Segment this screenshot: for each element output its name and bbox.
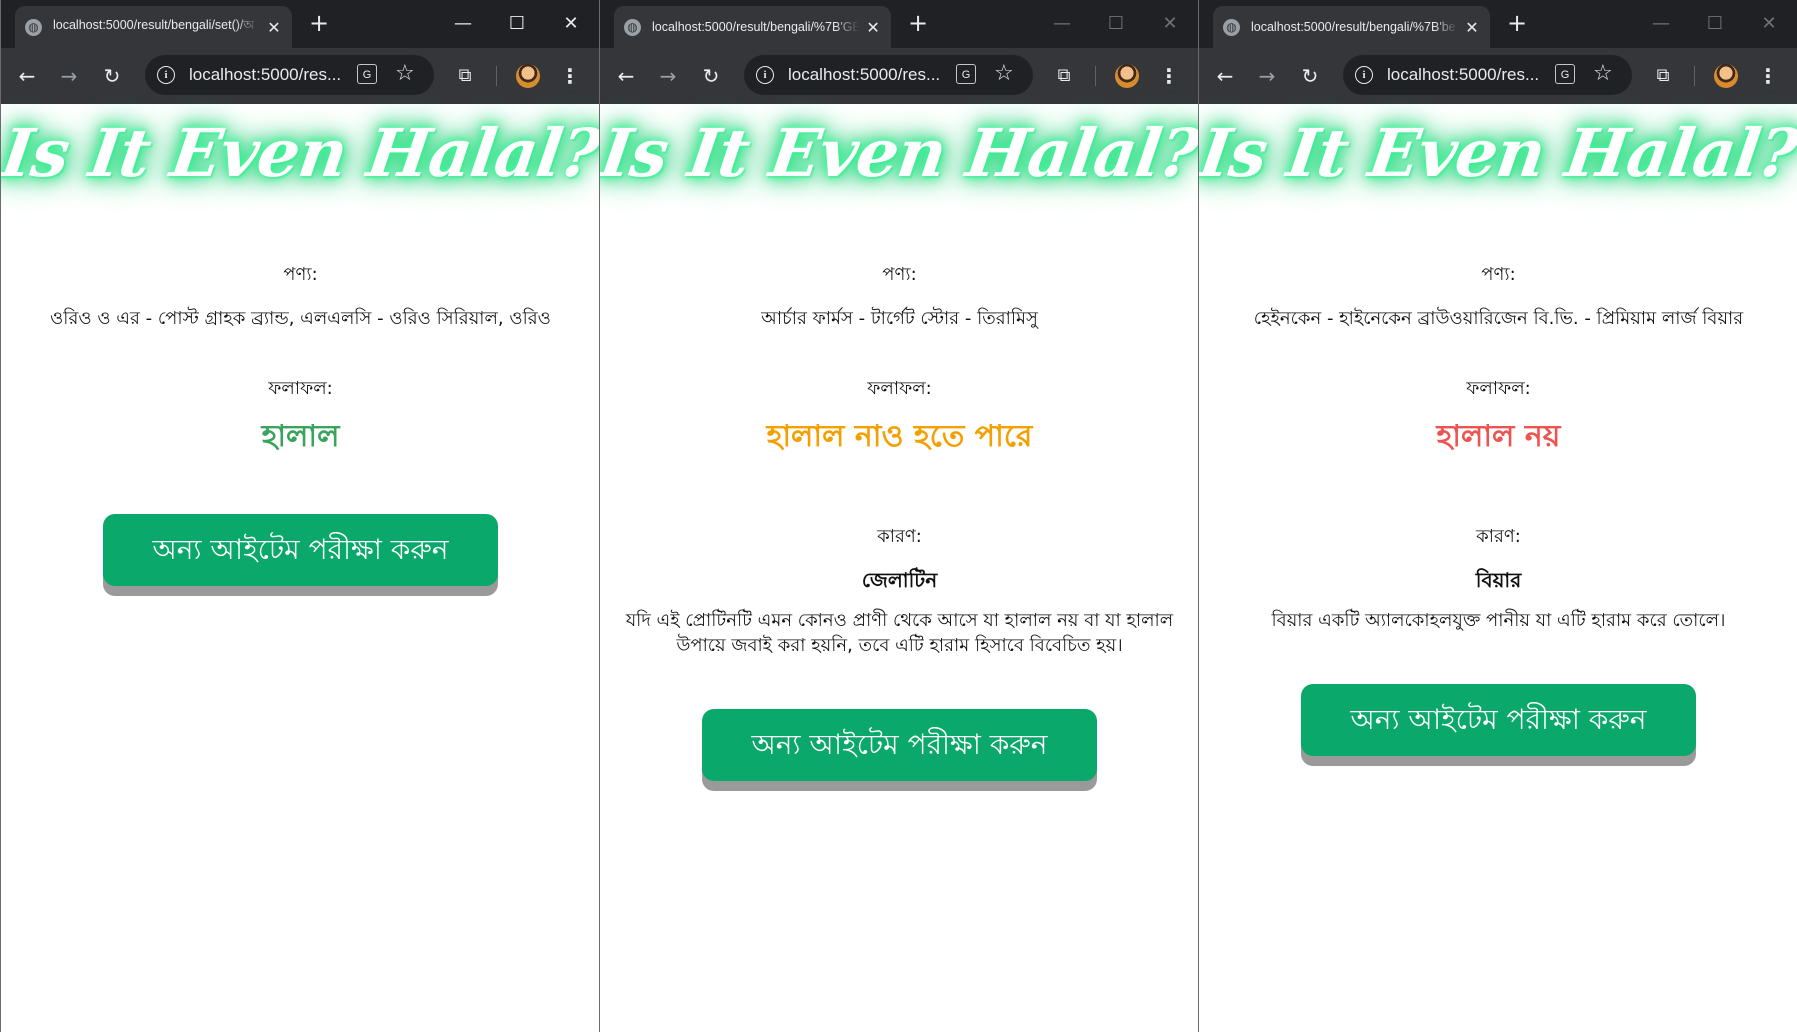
address-url[interactable]: localhost:5000/res... bbox=[788, 65, 940, 85]
site-logo: Is It Even Halal? bbox=[0, 114, 599, 192]
reason-text: যদি এই প্রোটিনটি এমন কোনও প্রাণী থেকে আস… bbox=[625, 610, 1174, 656]
tab-close-icon[interactable]: ✕ bbox=[865, 18, 881, 37]
verdict-text: হালাল নয় bbox=[1436, 419, 1561, 454]
site-logo: Is It Even Halal? bbox=[1198, 114, 1797, 192]
profile-avatar[interactable] bbox=[1115, 64, 1139, 88]
tab-title: localhost:5000/result/bengali/set()/অ bbox=[53, 18, 255, 32]
minimize-icon[interactable]: — bbox=[1042, 10, 1082, 38]
page-content: Is It Even Halal? পণ্য: হেইনকেন - হাইনেক… bbox=[1199, 104, 1797, 1032]
kebab-menu-icon[interactable]: ⋮ bbox=[1155, 62, 1183, 90]
browser-window-2: ◍ localhost:5000/result/bengali/%7B'GE ✕… bbox=[599, 0, 1198, 1032]
translate-icon[interactable]: G bbox=[956, 64, 976, 84]
address-url[interactable]: localhost:5000/res... bbox=[1387, 65, 1539, 85]
tab-close-icon[interactable]: ✕ bbox=[266, 18, 282, 37]
maximize-icon[interactable]: ☐ bbox=[1096, 10, 1136, 38]
back-arrow-icon[interactable]: ← bbox=[612, 62, 640, 90]
tab-title: localhost:5000/result/bengali/%7B'be bbox=[1251, 20, 1456, 34]
back-arrow-icon[interactable]: ← bbox=[13, 62, 41, 90]
result-label: ফলাফল: bbox=[1466, 378, 1531, 399]
product-label: পণ্য: bbox=[1481, 264, 1516, 285]
forward-arrow-icon[interactable]: → bbox=[1253, 62, 1281, 90]
globe-icon: ◍ bbox=[624, 18, 641, 36]
info-icon[interactable]: i bbox=[1355, 66, 1373, 84]
translate-icon[interactable]: G bbox=[1555, 64, 1575, 84]
address-bar[interactable]: i localhost:5000/res... G ☆ bbox=[744, 55, 1033, 95]
tab-strip: ◍ localhost:5000/result/bengali/%7B'GE ✕… bbox=[600, 0, 1198, 48]
browser-tab[interactable]: ◍ localhost:5000/result/bengali/set()/অ … bbox=[15, 6, 292, 48]
tab-search-icon[interactable]: ⧉ bbox=[1050, 62, 1078, 90]
address-bar[interactable]: i localhost:5000/res... G ☆ bbox=[145, 55, 434, 95]
check-another-item-button[interactable]: অন্য আইটেম পরীক্ষা করুন bbox=[103, 514, 498, 586]
address-url[interactable]: localhost:5000/res... bbox=[189, 65, 341, 85]
reason-text: বিয়ার একটি অ্যালকোহলযুক্ত পানীয় যা এটি… bbox=[1271, 610, 1726, 631]
browser-toolbar: ← → ↻ i localhost:5000/res... G ☆ ⧉ ⋮ bbox=[1, 48, 599, 104]
result-label: ফলাফল: bbox=[268, 378, 333, 399]
new-tab-button[interactable]: + bbox=[904, 9, 932, 37]
star-icon[interactable]: ☆ bbox=[395, 60, 415, 88]
globe-icon: ◍ bbox=[1223, 18, 1240, 36]
toolbar-divider bbox=[1095, 66, 1096, 86]
reason-label: কারণ: bbox=[877, 526, 922, 547]
profile-avatar[interactable] bbox=[516, 64, 540, 88]
forward-arrow-icon[interactable]: → bbox=[55, 62, 83, 90]
toolbar-divider bbox=[1694, 66, 1695, 86]
star-icon[interactable]: ☆ bbox=[994, 60, 1014, 88]
result-label: ফলাফল: bbox=[867, 378, 932, 399]
kebab-menu-icon[interactable]: ⋮ bbox=[556, 62, 584, 90]
reload-icon[interactable]: ↻ bbox=[98, 62, 126, 90]
reason-label: কারণ: bbox=[1476, 526, 1521, 547]
maximize-icon[interactable]: ☐ bbox=[497, 10, 537, 38]
back-arrow-icon[interactable]: ← bbox=[1211, 62, 1239, 90]
tab-strip: ◍ localhost:5000/result/bengali/set()/অ … bbox=[1, 0, 599, 48]
page-content: Is It Even Halal? পণ্য: আর্চার ফার্মস - … bbox=[600, 104, 1198, 1032]
new-tab-button[interactable]: + bbox=[1503, 9, 1531, 37]
close-icon[interactable]: ✕ bbox=[1749, 10, 1789, 38]
reload-icon[interactable]: ↻ bbox=[1296, 62, 1324, 90]
product-label: পণ্য: bbox=[882, 264, 917, 285]
tab-close-icon[interactable]: ✕ bbox=[1464, 18, 1480, 37]
close-icon[interactable]: ✕ bbox=[1150, 10, 1190, 38]
info-icon[interactable]: i bbox=[756, 66, 774, 84]
address-bar[interactable]: i localhost:5000/res... G ☆ bbox=[1343, 55, 1632, 95]
verdict-text: হালাল নাও হতে পারে bbox=[766, 419, 1033, 454]
product-label: পণ্য: bbox=[283, 264, 318, 285]
info-icon[interactable]: i bbox=[157, 66, 175, 84]
product-name: হেইনকেন - হাইনেকেন ব্রাউওয়ারিজেন বি.ভি.… bbox=[1253, 308, 1744, 329]
tab-search-icon[interactable]: ⧉ bbox=[451, 62, 479, 90]
product-name: ওরিও ও এর - পোস্ট গ্রাহক ব্র্যান্ড, এলএল… bbox=[50, 308, 551, 329]
tab-search-icon[interactable]: ⧉ bbox=[1649, 62, 1677, 90]
browser-window-3: ◍ localhost:5000/result/bengali/%7B'be ✕… bbox=[1198, 0, 1797, 1032]
browser-toolbar: ← → ↻ i localhost:5000/res... G ☆ ⧉ ⋮ bbox=[600, 48, 1198, 104]
minimize-icon[interactable]: — bbox=[443, 10, 483, 38]
verdict-text: হালাল bbox=[261, 419, 340, 454]
forward-arrow-icon[interactable]: → bbox=[654, 62, 682, 90]
globe-icon: ◍ bbox=[25, 18, 42, 36]
reason-title: জেলাটিন bbox=[861, 568, 938, 592]
browser-tab[interactable]: ◍ localhost:5000/result/bengali/%7B'GE ✕ bbox=[614, 6, 891, 48]
check-another-item-button[interactable]: অন্য আইটেম পরীক্ষা করুন bbox=[702, 709, 1097, 781]
tab-title: localhost:5000/result/bengali/%7B'GE bbox=[652, 20, 860, 34]
toolbar-divider bbox=[496, 66, 497, 86]
minimize-icon[interactable]: — bbox=[1641, 10, 1681, 38]
kebab-menu-icon[interactable]: ⋮ bbox=[1754, 62, 1782, 90]
browser-window-1: ◍ localhost:5000/result/bengali/set()/অ … bbox=[0, 0, 599, 1032]
profile-avatar[interactable] bbox=[1714, 64, 1738, 88]
browser-toolbar: ← → ↻ i localhost:5000/res... G ☆ ⧉ ⋮ bbox=[1199, 48, 1797, 104]
translate-icon[interactable]: G bbox=[357, 64, 377, 84]
star-icon[interactable]: ☆ bbox=[1593, 60, 1613, 88]
close-icon[interactable]: ✕ bbox=[551, 10, 591, 38]
new-tab-button[interactable]: + bbox=[305, 9, 333, 37]
browser-tab[interactable]: ◍ localhost:5000/result/bengali/%7B'be ✕ bbox=[1213, 6, 1490, 48]
maximize-icon[interactable]: ☐ bbox=[1695, 10, 1735, 38]
tab-strip: ◍ localhost:5000/result/bengali/%7B'be ✕… bbox=[1199, 0, 1797, 48]
reason-title: বিয়ার bbox=[1475, 568, 1522, 592]
page-content: Is It Even Halal? পণ্য: ওরিও ও এর - পোস্… bbox=[1, 104, 599, 1032]
check-another-item-button[interactable]: অন্য আইটেম পরীক্ষা করুন bbox=[1301, 684, 1696, 756]
product-name: আর্চার ফার্মস - টার্গেট স্টোর - তিরামিসু bbox=[761, 308, 1038, 329]
site-logo: Is It Even Halal? bbox=[599, 114, 1198, 192]
reload-icon[interactable]: ↻ bbox=[697, 62, 725, 90]
